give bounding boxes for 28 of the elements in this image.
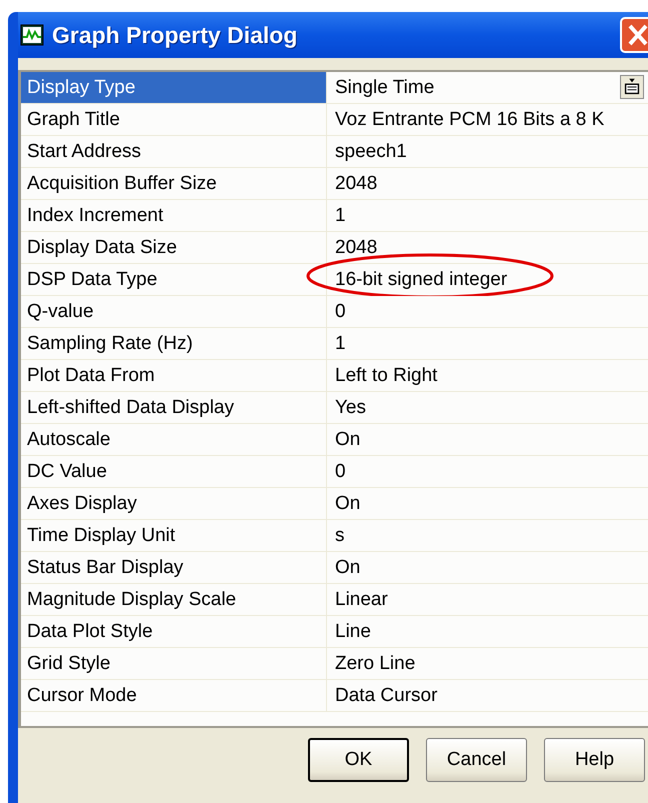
window-title: Graph Property Dialog (52, 22, 298, 48)
property-value[interactable]: On (335, 492, 360, 514)
property-value[interactable]: 0 (335, 460, 346, 482)
property-value[interactable]: Zero Line (335, 652, 416, 674)
dialog-button[interactable]: OK (308, 738, 409, 782)
property-value[interactable]: 0 (335, 300, 346, 322)
property-value[interactable]: Single Time (335, 76, 434, 98)
property-value[interactable]: Yes (335, 396, 366, 418)
property-value[interactable]: s (335, 524, 344, 546)
property-value[interactable]: 1 (335, 332, 346, 354)
property-value[interactable]: Data Cursor (335, 684, 438, 706)
close-button[interactable] (620, 17, 648, 53)
property-value[interactable]: On (335, 428, 360, 450)
dropdown-icon[interactable] (620, 75, 644, 99)
dialog-button[interactable]: Help (544, 738, 645, 782)
property-value[interactable]: 2048 (335, 236, 378, 258)
property-value[interactable]: 2048 (335, 172, 378, 194)
property-value[interactable]: speech1 (335, 140, 407, 162)
property-value[interactable]: Linear (335, 588, 388, 610)
property-value[interactable]: Voz Entrante PCM 16 Bits a 8 K (335, 108, 604, 130)
property-name[interactable]: Display Type (21, 72, 327, 103)
property-value[interactable]: On (335, 556, 360, 578)
property-value[interactable]: Left to Right (335, 364, 438, 386)
dialog-button[interactable]: Cancel (426, 738, 527, 782)
property-value[interactable]: 16-bit signed integer (335, 268, 508, 290)
graph-icon (20, 24, 44, 46)
property-value[interactable]: Line (335, 620, 371, 642)
property-value[interactable]: 1 (335, 204, 346, 226)
